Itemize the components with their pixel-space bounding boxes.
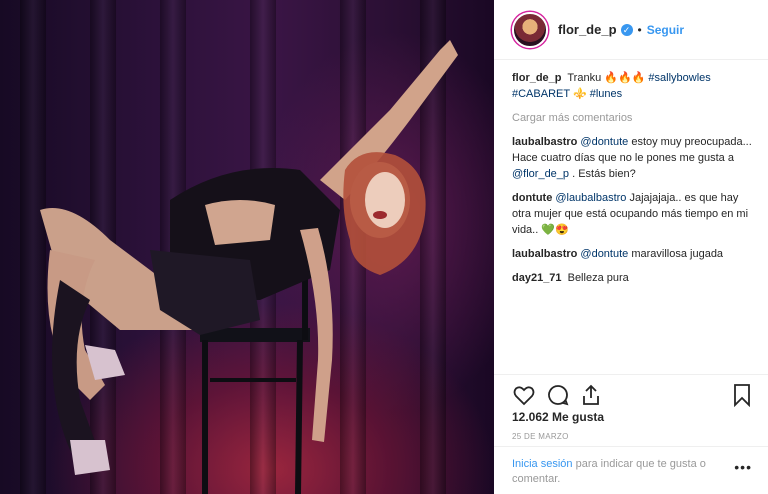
comment-text: maravillosa jugada [628, 248, 724, 260]
hashtag-link[interactable]: #sallybowles [648, 72, 710, 84]
share-icon[interactable] [579, 383, 603, 412]
comment-mention[interactable]: @laubalbastro [555, 192, 626, 204]
comment-item: dontute @laubalbastro Jajajajaja.. es que… [512, 190, 756, 238]
caption: flor_de_p Tranku 🔥🔥🔥 #sallybowles #CABAR… [512, 70, 756, 102]
post-photo[interactable] [0, 0, 494, 494]
comment-text: . Estás bien? [569, 168, 636, 180]
login-prompt-bar: Inicia sesión para indicar que te gusta … [494, 446, 768, 494]
comment-emojis: 💚😍 [541, 224, 569, 236]
post-date: 25 DE MARZO [512, 432, 569, 441]
like-count[interactable]: 12.062 Me gusta [512, 410, 604, 424]
more-options-icon[interactable]: ••• [734, 459, 752, 475]
comment-username[interactable]: day21_71 [512, 272, 562, 284]
comment-mention[interactable]: @flor_de_p [512, 168, 569, 180]
post-username[interactable]: flor_de_p [558, 22, 617, 37]
hashtag-link[interactable]: #CABARET [512, 88, 570, 100]
login-prompt: Inicia sesión para indicar que te gusta … [512, 457, 722, 487]
comment-text: Belleza pura [564, 272, 629, 284]
post-header: flor_de_p ✓ • Seguir [494, 0, 768, 60]
comment-username[interactable]: laubalbastro [512, 248, 577, 260]
heart-icon[interactable] [512, 383, 536, 412]
caption-text: Tranku [564, 72, 605, 84]
comment-item: day21_71 Belleza pura [512, 270, 756, 286]
comment-item: laubalbastro @dontute maravillosa jugada [512, 246, 756, 262]
comment-username[interactable]: laubalbastro [512, 136, 577, 148]
comments-list: flor_de_p Tranku 🔥🔥🔥 #sallybowles #CABAR… [512, 70, 756, 294]
comment-username[interactable]: dontute [512, 192, 552, 204]
follow-button[interactable]: Seguir [647, 23, 684, 37]
caption-emojis: 🔥🔥🔥 [604, 72, 646, 84]
avatar[interactable] [512, 11, 548, 48]
post-sidebar: flor_de_p ✓ • Seguir flor_de_p Tranku 🔥🔥… [494, 0, 768, 494]
comment-item: laubalbastro @dontute estoy muy preocupad… [512, 134, 756, 182]
verified-badge-icon: ✓ [620, 23, 633, 36]
hashtag-link[interactable]: #lunes [590, 88, 622, 100]
bookmark-icon[interactable] [732, 383, 752, 412]
action-bar [494, 374, 768, 414]
login-link[interactable]: Inicia sesión [512, 458, 573, 470]
caption-username[interactable]: flor_de_p [512, 72, 562, 84]
load-more-comments-button[interactable]: Cargar más comentarios [512, 110, 756, 126]
comment-icon[interactable] [546, 383, 570, 412]
comment-mention[interactable]: @dontute [580, 248, 628, 260]
separator-dot: • [637, 22, 642, 37]
caption-emoji: ⚜️ [572, 88, 587, 100]
comment-mention[interactable]: @dontute [580, 136, 628, 148]
performer-figure [40, 40, 458, 494]
